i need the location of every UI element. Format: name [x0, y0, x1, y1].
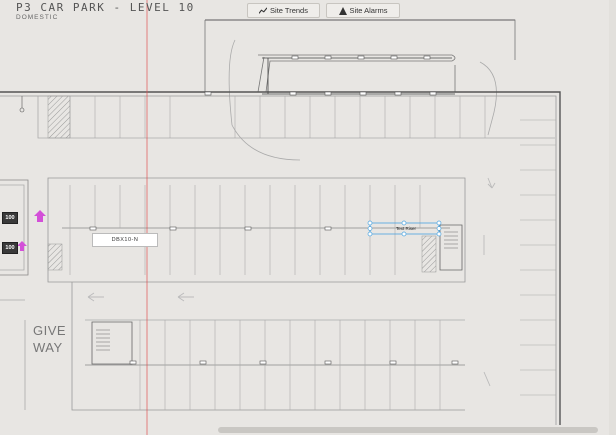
page-title: P3 CAR PARK - LEVEL 10 — [16, 1, 195, 14]
structure-walls — [0, 19, 561, 425]
alarm-marker-icons — [17, 210, 46, 251]
hatched-zone — [47, 243, 63, 271]
site-trends-button[interactable]: Site Trends — [247, 3, 320, 18]
equipment-badge[interactable]: 100 — [2, 212, 18, 224]
horizontal-scrollbar[interactable] — [218, 427, 598, 433]
sensor-point — [19, 107, 25, 113]
floor-plan[interactable] — [0, 0, 616, 435]
site-alarms-label: Site Alarms — [349, 6, 388, 15]
site-alarms-button[interactable]: Site Alarms — [326, 3, 400, 18]
give-way-marking: WAY — [33, 340, 63, 355]
parking-bays — [69, 96, 556, 410]
meter-label[interactable]: DBX10-N — [92, 233, 158, 247]
selected-riser-label: Text Riser — [396, 226, 417, 231]
moon-icon — [78, 233, 83, 243]
trend-line-icon — [259, 6, 268, 14]
stairwell — [96, 231, 458, 351]
vertical-scrollbar[interactable] — [609, 0, 616, 435]
page-subtitle: DOMESTIC — [16, 14, 59, 21]
hatched-zone — [47, 95, 71, 139]
service-lines — [262, 57, 455, 95]
hatched-zone — [421, 235, 437, 273]
warning-triangle-icon — [338, 6, 347, 15]
give-way-marking: GIVE — [33, 323, 67, 338]
equipment-badge[interactable]: 100 — [2, 242, 18, 254]
site-trends-label: Site Trends — [270, 6, 308, 15]
